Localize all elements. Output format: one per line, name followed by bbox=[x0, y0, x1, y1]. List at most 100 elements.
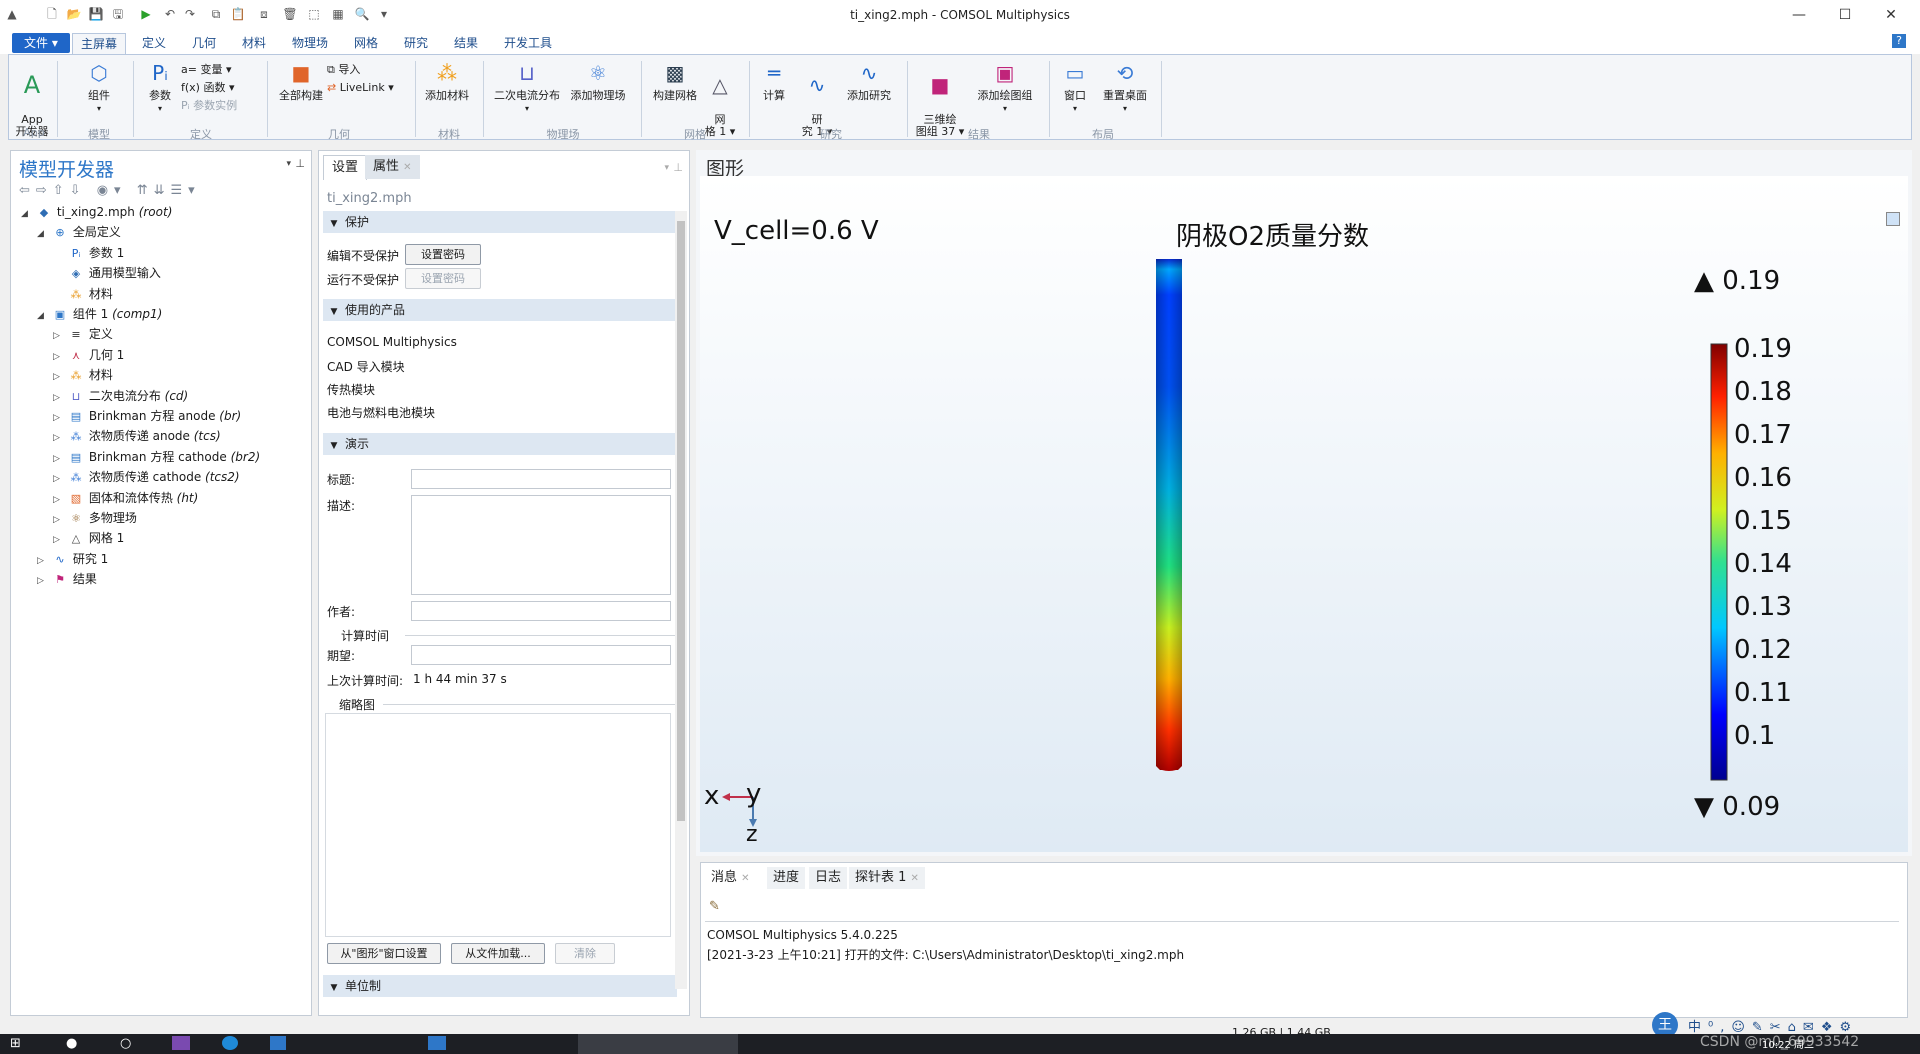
title-input[interactable] bbox=[411, 469, 671, 489]
tree-node[interactable]: ▷ ⚛ 多物理场 bbox=[53, 509, 137, 527]
pin-icon[interactable]: ⊥ bbox=[295, 157, 305, 170]
expand-arrow-icon[interactable]: ▷ bbox=[53, 327, 67, 345]
secondary-current-button[interactable]: ⊔ 二次电流分布 ▾ bbox=[489, 59, 565, 115]
tree-node[interactable]: ▷ ⁂ 浓物质传递 cathode (tcs2) bbox=[53, 468, 240, 486]
section-products[interactable]: ▼ 使用的产品 bbox=[323, 299, 677, 321]
tab-definitions[interactable]: 定义 bbox=[134, 33, 174, 53]
tree-node[interactable]: ▷ ≡ 定义 bbox=[53, 325, 113, 343]
close-button[interactable]: ✕ bbox=[1868, 4, 1914, 26]
tree-node[interactable]: ▷ ⁂ 材料 bbox=[53, 366, 113, 384]
build-mesh-button[interactable]: ▩ 构建网格 bbox=[645, 59, 705, 102]
add-physics-button[interactable]: ⚛ 添加物理场 bbox=[565, 59, 631, 102]
maximize-button[interactable]: ☐ bbox=[1822, 4, 1868, 26]
taskbar-app-icon[interactable] bbox=[428, 1036, 446, 1050]
set-from-graphics-button[interactable]: 从"图形"窗口设置 bbox=[327, 943, 441, 964]
ime-toolbar[interactable]: 中⁰,☺✎✂⌂✉❖⚙ bbox=[1688, 1016, 1858, 1035]
tab-properties-window[interactable]: 属性 ✕ bbox=[365, 155, 420, 179]
tab-messages[interactable]: 消息 ✕ bbox=[705, 867, 756, 889]
import-button[interactable]: ⧉ 导入 bbox=[327, 61, 360, 77]
minimize-button[interactable]: — bbox=[1776, 4, 1822, 26]
tree-node[interactable]: ▷ ▤ Brinkman 方程 cathode (br2) bbox=[53, 448, 260, 466]
tree-node[interactable]: ▷ ⋏ 几何 1 bbox=[53, 346, 124, 364]
section-units[interactable]: ▼ 单位制 bbox=[323, 975, 677, 997]
tab-study[interactable]: 研究 bbox=[396, 33, 436, 53]
expand-arrow-icon[interactable]: ▷ bbox=[53, 348, 67, 366]
tree-node[interactable]: ◢ ⊕ 全局定义 bbox=[37, 223, 121, 241]
expand-arrow-icon[interactable]: ▷ bbox=[53, 389, 67, 407]
expand-arrow-icon[interactable]: ▷ bbox=[53, 511, 67, 529]
taskbar-app-icon[interactable] bbox=[172, 1036, 190, 1050]
tree-node[interactable]: Pᵢ 参数 1 bbox=[53, 244, 125, 262]
section-protection[interactable]: ▼ 保护 bbox=[323, 211, 677, 233]
clear-button[interactable]: 清除 bbox=[555, 943, 615, 964]
parameters-button[interactable]: Pᵢ 参数 ▾ bbox=[143, 59, 177, 115]
tab-log[interactable]: 日志 bbox=[809, 867, 848, 889]
expand-arrow-icon[interactable]: ◢ bbox=[37, 225, 51, 243]
settings-scrollbar[interactable] bbox=[675, 211, 687, 989]
scrollbar-thumb[interactable] bbox=[677, 221, 685, 821]
tree-node[interactable]: ▷ ⁂ 浓物质传递 anode (tcs) bbox=[53, 427, 221, 445]
tab-mesh[interactable]: 网格 bbox=[346, 33, 386, 53]
expand-arrow-icon[interactable]: ▷ bbox=[37, 552, 51, 570]
functions-button[interactable]: f(x) 函数 ▾ bbox=[181, 79, 234, 95]
expand-arrow-icon[interactable]: ▷ bbox=[53, 531, 67, 549]
start-icon[interactable]: ⊞ bbox=[10, 1036, 21, 1051]
panel-menu-icon[interactable]: ▾ bbox=[286, 159, 291, 169]
taskbar-browser-icon[interactable] bbox=[222, 1036, 238, 1050]
tab-results[interactable]: 结果 bbox=[446, 33, 486, 53]
tab-materials[interactable]: 材料 bbox=[234, 33, 274, 53]
tree-node[interactable]: ▷ ∿ 研究 1 bbox=[37, 550, 108, 568]
section-presentation[interactable]: ▼ 演示 bbox=[323, 433, 677, 455]
tab-physics[interactable]: 物理场 bbox=[284, 33, 336, 53]
tree-node[interactable]: ◢ ▣ 组件 1 (comp1) bbox=[37, 305, 162, 323]
livelink-button[interactable]: ⇄ LiveLink ▾ bbox=[327, 81, 394, 94]
expand-arrow-icon[interactable]: ▷ bbox=[53, 409, 67, 427]
tree-node[interactable]: ▷ ▧ 固体和流体传热 (ht) bbox=[53, 489, 198, 507]
help-icon[interactable]: ? bbox=[1892, 34, 1906, 48]
expand-arrow-icon[interactable]: ▷ bbox=[53, 368, 67, 386]
expand-arrow-icon[interactable]: ▷ bbox=[37, 572, 51, 590]
graphics-canvas[interactable]: V_cell=0.6 V 阴极O2质量分数 ▲ 0.19 ▼ 0.09 0.19… bbox=[700, 176, 1908, 852]
expand-arrow-icon[interactable]: ◢ bbox=[21, 205, 35, 223]
tree-node[interactable]: ⁂ 材料 bbox=[53, 285, 113, 303]
expand-arrow-icon[interactable]: ◢ bbox=[37, 307, 51, 325]
expand-arrow-icon[interactable]: ▷ bbox=[53, 429, 67, 447]
tree-node[interactable]: ▷ ⚑ 结果 bbox=[37, 570, 97, 588]
view-toggle-icon[interactable] bbox=[1886, 212, 1900, 226]
author-input[interactable] bbox=[411, 601, 671, 621]
variables-button[interactable]: a= 变量 ▾ bbox=[181, 61, 231, 77]
tree-node[interactable]: ▷ ▤ Brinkman 方程 anode (br) bbox=[53, 407, 241, 425]
tab-progress[interactable]: 进度 bbox=[767, 867, 806, 889]
taskbar-app-icon[interactable] bbox=[270, 1036, 286, 1050]
expand-arrow-icon[interactable]: ▷ bbox=[53, 450, 67, 468]
close-tab-icon[interactable]: ✕ bbox=[911, 873, 919, 884]
tab-settings-window[interactable]: 设置 bbox=[323, 155, 368, 180]
component-button[interactable]: ⬡ 组件 ▾ bbox=[79, 59, 119, 115]
set-edit-password-button[interactable]: 设置密码 bbox=[405, 244, 481, 265]
panel-menu-icon[interactable]: ▾ bbox=[664, 163, 669, 173]
tree-node[interactable]: ◢ ◆ ti_xing2.mph (root) bbox=[21, 203, 172, 221]
expected-input[interactable] bbox=[411, 645, 671, 665]
tree-node[interactable]: ◈ 通用模型输入 bbox=[53, 264, 161, 282]
close-tab-icon[interactable]: ✕ bbox=[741, 873, 749, 884]
add-plot-group-button[interactable]: ▣ 添加绘图组 ▾ bbox=[971, 59, 1039, 115]
tree-node[interactable]: ▷ ⊔ 二次电流分布 (cd) bbox=[53, 387, 188, 405]
expand-arrow-icon[interactable]: ▷ bbox=[53, 491, 67, 509]
tree-node[interactable]: ▷ △ 网格 1 bbox=[53, 529, 124, 547]
clear-messages-icon[interactable]: ✎ bbox=[709, 899, 720, 914]
model-builder-toolbar[interactable]: ⇦⇨⇧⇩ ◉▾ ⇈⇊☰▾ bbox=[19, 183, 201, 198]
compute-button[interactable]: ═ 计算 bbox=[757, 59, 791, 102]
tab-home[interactable]: 主屏幕 bbox=[72, 33, 127, 54]
taskbar-search-icon[interactable]: ○ bbox=[120, 1036, 131, 1051]
reset-desktop-button[interactable]: ⟲ 重置桌面 ▾ bbox=[1097, 59, 1153, 115]
windows-button[interactable]: ▭ 窗口 ▾ bbox=[1055, 59, 1095, 115]
set-run-password-button[interactable]: 设置密码 bbox=[405, 268, 481, 289]
tab-geometry[interactable]: 几何 bbox=[184, 33, 224, 53]
parameter-instance-button[interactable]: Pᵢ 参数实例 bbox=[181, 97, 237, 113]
expand-arrow-icon[interactable]: ▷ bbox=[53, 470, 67, 488]
load-from-file-button[interactable]: 从文件加载... bbox=[451, 943, 545, 964]
tab-developer[interactable]: 开发工具 bbox=[496, 33, 560, 53]
build-all-button[interactable]: ■ 全部构建 bbox=[273, 59, 329, 102]
description-textarea[interactable] bbox=[411, 495, 671, 595]
add-material-button[interactable]: ⁂ 添加材料 bbox=[419, 59, 475, 102]
